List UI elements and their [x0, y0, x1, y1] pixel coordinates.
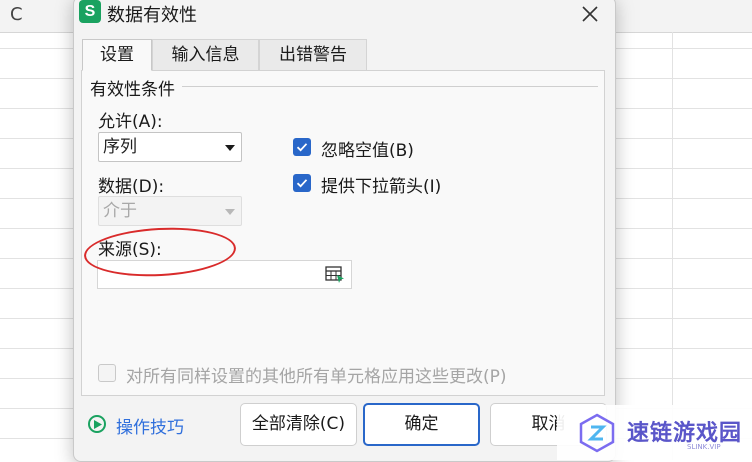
dropdown-arrow-checkbox[interactable]: 提供下拉箭头(I): [293, 172, 463, 197]
watermark: 速链游戏园 SLINK.VIP: [557, 405, 752, 460]
data-select: 介于: [98, 196, 242, 226]
section-title: 有效性条件: [90, 75, 179, 100]
watermark-logo-icon: [579, 413, 615, 453]
wps-logo-icon: S: [79, 0, 101, 23]
watermark-subtext: SLINK.VIP: [687, 443, 721, 451]
tips-link[interactable]: 操作技巧: [84, 411, 194, 439]
close-icon: [582, 6, 598, 22]
clear-all-button[interactable]: 全部清除(C): [240, 403, 357, 446]
section-divider: [182, 86, 598, 87]
tab-settings[interactable]: 设置: [82, 39, 152, 71]
watermark-text: 速链游戏园: [627, 421, 743, 446]
allow-label: 允许(A):: [98, 112, 163, 132]
apply-all-label: 对所有同样设置的其他所有单元格应用这些更改(P): [126, 367, 507, 387]
ignore-blank-label: 忽略空值(B): [321, 141, 414, 161]
play-circle-icon: [88, 415, 106, 433]
ignore-blank-checkbox[interactable]: 忽略空值(B): [293, 136, 453, 161]
tab-input-message[interactable]: 输入信息: [152, 39, 259, 71]
dropdown-arrow-label: 提供下拉箭头(I): [321, 177, 442, 197]
dialog-titlebar[interactable]: S 数据有效性: [74, 0, 615, 31]
range-select-icon: [325, 266, 344, 283]
chevron-down-icon: [225, 145, 235, 151]
close-button[interactable]: [572, 0, 608, 29]
data-label: 数据(D):: [98, 177, 165, 197]
checkbox-unchecked-icon: [98, 364, 116, 382]
tips-link-label: 操作技巧: [116, 418, 184, 438]
column-letter[interactable]: C: [10, 4, 23, 25]
apply-all-checkbox[interactable]: 对所有同样设置的其他所有单元格应用这些更改(P): [98, 362, 538, 387]
allow-select[interactable]: 序列: [98, 132, 242, 162]
dialog-title: 数据有效性: [107, 5, 197, 26]
range-picker-button[interactable]: [325, 266, 345, 284]
column-gridline: [672, 32, 673, 460]
allow-select-value: 序列: [103, 137, 137, 157]
ok-button[interactable]: 确定: [363, 403, 480, 446]
data-select-value: 介于: [103, 201, 137, 221]
chevron-down-icon: [225, 209, 235, 215]
tab-error-alert[interactable]: 出错警告: [259, 39, 367, 71]
checkbox-checked-icon: [293, 138, 311, 156]
checkbox-checked-icon: [293, 174, 311, 192]
